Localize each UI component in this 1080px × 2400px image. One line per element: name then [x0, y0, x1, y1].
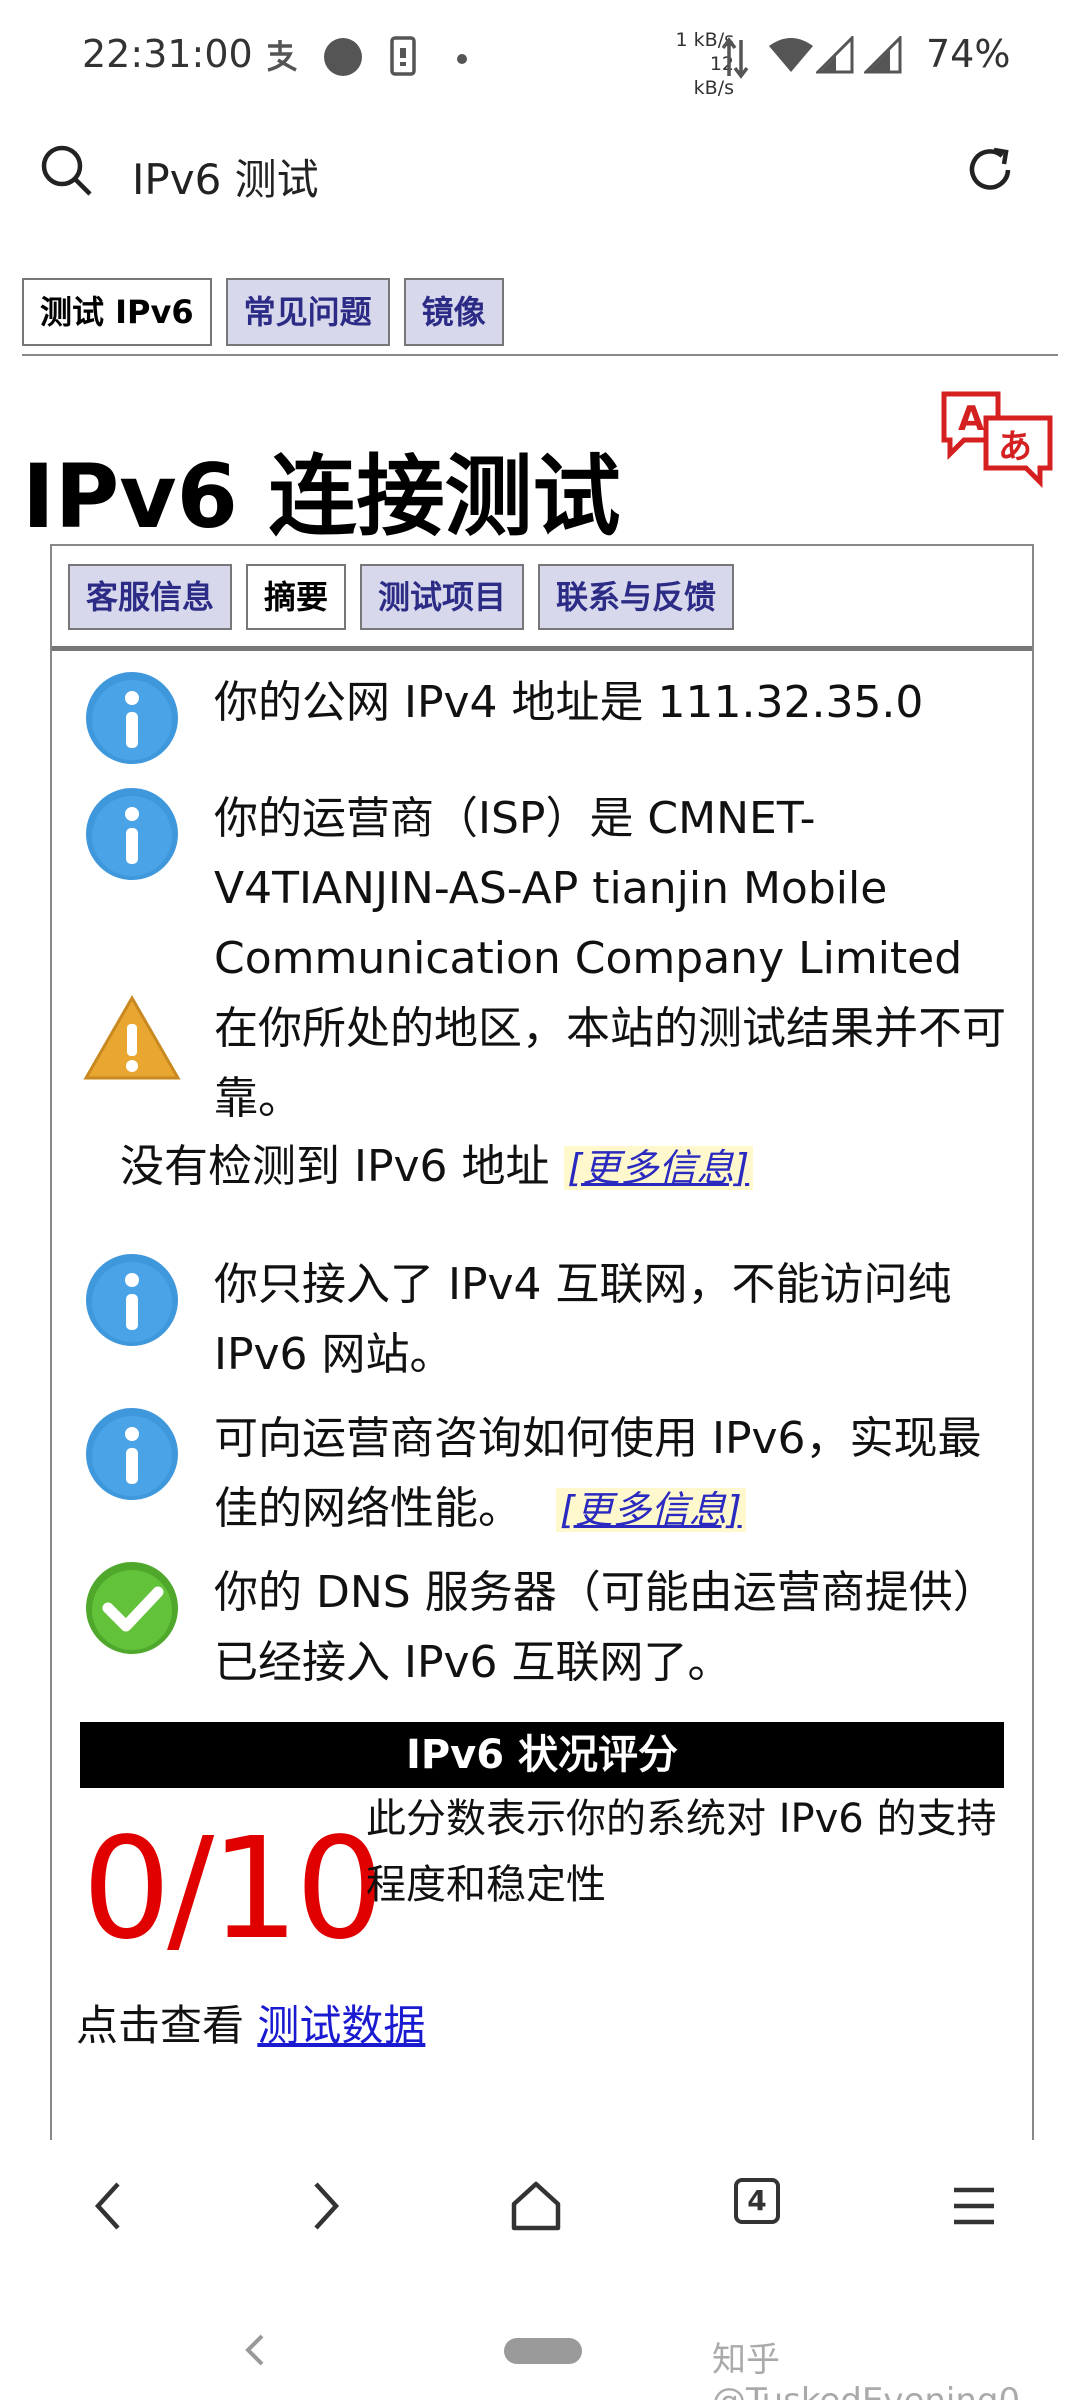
ask-isp-text: 可向运营商咨询如何使用 IPv6，实现最佳的网络性能。 [更多信息]: [214, 1404, 1014, 1545]
alipay-icon: [262, 36, 302, 80]
tab-contact-feedback[interactable]: 联系与反馈: [538, 564, 735, 630]
checkmark-icon: [82, 1558, 182, 1662]
page-title: IPv6 连接测试: [22, 445, 621, 548]
data-transfer-icon: [720, 36, 750, 84]
tab-test-items[interactable]: 测试项目: [360, 564, 525, 630]
test-data-line: 点击查看 测试数据: [76, 1992, 425, 2053]
info-icon: [82, 1250, 182, 1354]
panel-tabs: 客服信息 摘要 测试项目 联系与反馈: [68, 564, 735, 630]
menu-icon[interactable]: [946, 2176, 1002, 2240]
forward-icon[interactable]: [300, 2176, 350, 2240]
tab-summary[interactable]: 摘要: [246, 564, 347, 630]
isp-text: 你的运营商（ISP）是 CMNET-V4TIANJIN-AS-AP tianji…: [214, 793, 963, 984]
dns-ok-text: 你的 DNS 服务器（可能由运营商提供）已经接入 IPv6 互联网了。: [214, 1567, 997, 1688]
more-info-link[interactable]: [更多信息]: [563, 1146, 754, 1190]
tab-test-ipv6[interactable]: 测试 IPv6: [22, 278, 212, 346]
status-time: 22:31:00: [82, 32, 253, 76]
test-data-prefix: 点击查看: [76, 2001, 258, 2050]
back-icon[interactable]: [84, 2176, 134, 2240]
ipv4-address-text: 你的公网 IPv4 地址是 111.32.35.0: [214, 677, 924, 728]
browser-address-bar[interactable]: IPv6 测试: [0, 110, 1080, 240]
info-icon: [82, 784, 182, 888]
web-page: 测试 IPv6 常见问题 镜像 A あ IPv6 连接测试 客服信息 摘要 测试…: [0, 240, 1080, 2140]
watermark: 知乎 @TuskedEvening0: [712, 2340, 1020, 2400]
info-icon: [82, 1404, 182, 1508]
site-tabs: 测试 IPv6 常见问题 镜像: [22, 278, 504, 346]
system-back-icon[interactable]: [240, 2330, 270, 2374]
system-navigation: 知乎 @TuskedEvening0: [0, 2280, 1080, 2400]
tabs-divider: [22, 354, 1058, 356]
battery-level: 74%: [926, 32, 1011, 76]
ipv4-only-text: 你只接入了 IPv4 互联网，不能访问纯 IPv6 网站。: [214, 1259, 952, 1380]
search-icon[interactable]: [38, 142, 94, 202]
region-warning-text: 在你所处的地区，本站的测试结果并不可靠。: [214, 1003, 1006, 1124]
warning-icon: [82, 994, 182, 1088]
summary-panel: 客服信息 摘要 测试项目 联系与反馈 你的公网 IPv4 地址是 111.32.…: [50, 544, 1034, 2140]
tabs-count-button[interactable]: 4: [734, 2178, 780, 2224]
signal-sim2-icon: [862, 34, 904, 78]
score-header: IPv6 状况评分: [80, 1722, 1004, 1788]
svg-text:A: A: [958, 399, 985, 439]
home-gesture-pill[interactable]: [504, 2338, 582, 2364]
notification-dot-icon: [456, 50, 468, 69]
score-description: 此分数表示你的系统对 IPv6 的支持程度和稳定性: [366, 1796, 997, 1908]
browser-toolbar: 4: [0, 2140, 1080, 2280]
status-bar: 22:31:00 1 kB/s 12 kB/s 74%: [0, 0, 1080, 110]
no-ipv6-text: 没有检测到 IPv6 地址: [120, 1141, 550, 1192]
phone-manager-icon: [388, 36, 418, 80]
home-icon[interactable]: [508, 2176, 564, 2240]
svg-text:あ: あ: [998, 427, 1032, 467]
translate-icon[interactable]: A あ: [938, 388, 1058, 492]
tab-faq[interactable]: 常见问题: [225, 278, 390, 346]
score-value: 0/10: [82, 1808, 384, 1971]
test-data-link[interactable]: 测试数据: [257, 2001, 425, 2050]
tab-support-info[interactable]: 客服信息: [68, 564, 233, 630]
wifi-icon: [768, 36, 814, 78]
more-info-link[interactable]: [更多信息]: [556, 1488, 746, 1532]
app-circle-icon: [322, 36, 364, 82]
search-query[interactable]: IPv6 测试: [132, 146, 319, 207]
signal-sim1-icon: [814, 34, 856, 78]
refresh-icon[interactable]: [964, 144, 1016, 200]
panel-divider: [52, 646, 1032, 651]
tab-mirrors[interactable]: 镜像: [403, 278, 504, 346]
info-icon: [82, 668, 182, 772]
no-ipv6-line: 没有检测到 IPv6 地址 [更多信息]: [120, 1132, 754, 1203]
